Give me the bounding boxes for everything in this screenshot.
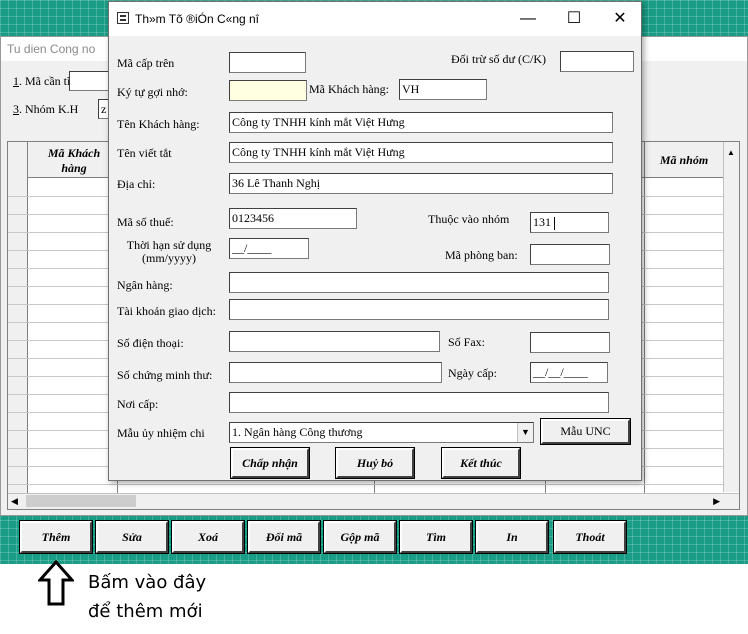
scroll-up-icon[interactable]: ▲ xyxy=(727,148,735,157)
dia-chi-label: Địa chỉ: xyxy=(117,177,156,191)
ma-so-thue-input[interactable]: 0123456 xyxy=(229,208,357,229)
nhom-kh-label: 3. Nhóm K.H xyxy=(13,102,79,116)
annotation-line2: để thêm mới xyxy=(88,601,203,622)
text-cursor xyxy=(554,216,555,230)
so-fax-label: Số Fax: xyxy=(448,335,486,349)
dialog-titlebar: Th»m Tõ ®iÓn C«ng nî — ☐ ✕ xyxy=(109,2,641,36)
ky-tu-goi-nho-label: Ký tự gợi nhớ: xyxy=(117,85,188,99)
mau-unc-button[interactable]: Mẫu UNC xyxy=(540,418,631,445)
dialog-title: Th»m Tõ ®iÓn C«ng nî xyxy=(135,12,260,26)
ma-phong-ban-input[interactable] xyxy=(530,244,610,265)
ten-viet-tat-input[interactable]: Công ty TNHH kính mắt Việt Hưng xyxy=(229,142,613,163)
ma-khach-hang-label: Mã Khách hàng: xyxy=(309,82,389,96)
thoat-button[interactable]: Thoát xyxy=(553,520,627,554)
main-window: Tu dien Cong no 1. Mã cần tìm: 3. Nhóm K… xyxy=(0,1,748,516)
mau-uy-nhiem-chi-select[interactable]: 1. Ngân hàng Công thương ▼ xyxy=(229,422,534,443)
chap-nhan-button[interactable]: Chấp nhận xyxy=(230,447,310,479)
row-indicator-column xyxy=(8,142,28,509)
annotation-line1: Bấm vào đây xyxy=(88,572,207,593)
grid-header-ma-nhom[interactable]: Mã nhóm xyxy=(648,153,720,168)
tai-khoan-giao-dich-label: Tài khoản giao dịch: xyxy=(117,304,216,318)
thuoc-vao-nhom-label: Thuộc vào nhóm xyxy=(428,212,510,226)
ten-khach-hang-input[interactable]: Công ty TNHH kính mắt Việt Hưng xyxy=(229,112,613,133)
scroll-right-icon[interactable]: ▶ xyxy=(713,496,720,507)
noi-cap-label: Nơi cấp: xyxy=(117,397,159,411)
gop-ma-button[interactable]: Gộp mã xyxy=(323,520,397,554)
so-chung-minh-thu-label: Số chứng minh thư: xyxy=(117,368,213,382)
ngan-hang-input[interactable] xyxy=(229,272,609,293)
thoi-han-su-dung-label: Thời hạn sử dụng (mm/yyyy) xyxy=(126,238,212,265)
grid-horizontal-scrollbar[interactable]: ◀ ▶ xyxy=(8,493,739,509)
grid-header-ma-khach-hang[interactable]: Mã Khách hàng xyxy=(34,146,114,176)
ngay-cap-label: Ngày cấp: xyxy=(448,366,497,380)
huy-bo-button[interactable]: Huỷ bỏ xyxy=(335,447,415,479)
dia-chi-input[interactable]: 36 Lê Thanh Nghị xyxy=(229,173,613,194)
ma-so-thue-label: Mã số thuế: xyxy=(117,215,174,229)
maximize-icon[interactable]: ☐ xyxy=(551,2,597,36)
doi-tru-so-du-label: Đối trừ số dư (C/K) xyxy=(451,52,547,66)
ket-thuc-button[interactable]: Kết thúc xyxy=(441,447,521,479)
thoi-han-su-dung-input[interactable]: __/____ xyxy=(229,238,309,259)
ten-khach-hang-label: Tên Khách hàng: xyxy=(117,117,200,131)
ma-khach-hang-input[interactable]: VH xyxy=(399,79,487,100)
chevron-down-icon[interactable]: ▼ xyxy=(517,423,533,442)
so-chung-minh-thu-input[interactable] xyxy=(229,362,442,383)
them-button[interactable]: Thêm xyxy=(19,520,93,554)
in-button[interactable]: In xyxy=(475,520,549,554)
scroll-thumb[interactable] xyxy=(26,495,136,507)
grid-col-divider xyxy=(644,142,645,509)
ma-cap-tren-input[interactable] xyxy=(229,52,306,73)
ma-cap-tren-label: Mã cấp trên xyxy=(117,56,175,70)
tim-button[interactable]: Tìm xyxy=(399,520,473,554)
app-icon xyxy=(117,12,129,24)
so-fax-input[interactable] xyxy=(530,332,610,353)
grid-row xyxy=(8,484,739,485)
minimize-icon[interactable]: — xyxy=(505,2,551,36)
grid-vertical-scrollbar[interactable]: ▲ xyxy=(723,142,739,492)
ky-tu-goi-nho-input[interactable] xyxy=(229,80,307,101)
doi-tru-so-du-input[interactable] xyxy=(560,51,634,72)
ten-viet-tat-label: Tên viết tắt xyxy=(117,146,172,160)
so-dien-thoai-label: Số điện thoại: xyxy=(117,336,184,350)
sua-button[interactable]: Sửa xyxy=(95,520,169,554)
arrow-up-icon xyxy=(38,560,74,606)
ngan-hang-label: Ngân hàng: xyxy=(117,278,173,292)
close-icon[interactable]: ✕ xyxy=(597,2,643,36)
xoa-button[interactable]: Xoá xyxy=(171,520,245,554)
ma-phong-ban-label: Mã phòng ban: xyxy=(445,248,518,262)
thuoc-vao-nhom-input[interactable]: 131 xyxy=(530,212,609,233)
add-customer-dialog: Th»m Tõ ®iÓn C«ng nî — ☐ ✕ Mã cấp trên Đ… xyxy=(108,1,642,481)
mau-uy-nhiem-chi-label: Mẫu ủy nhiệm chi xyxy=(117,426,205,440)
tai-khoan-giao-dich-input[interactable] xyxy=(229,299,609,320)
so-dien-thoai-input[interactable] xyxy=(229,331,440,352)
doi-ma-button[interactable]: Đổi mã xyxy=(247,520,321,554)
ngay-cap-input[interactable]: __/__/____ xyxy=(530,362,608,383)
scroll-left-icon[interactable]: ◀ xyxy=(11,496,18,507)
main-button-bar: Thêm Sửa Xoá Đổi mã Gộp mã Tìm In Thoát xyxy=(0,520,748,557)
noi-cap-input[interactable] xyxy=(229,392,609,413)
